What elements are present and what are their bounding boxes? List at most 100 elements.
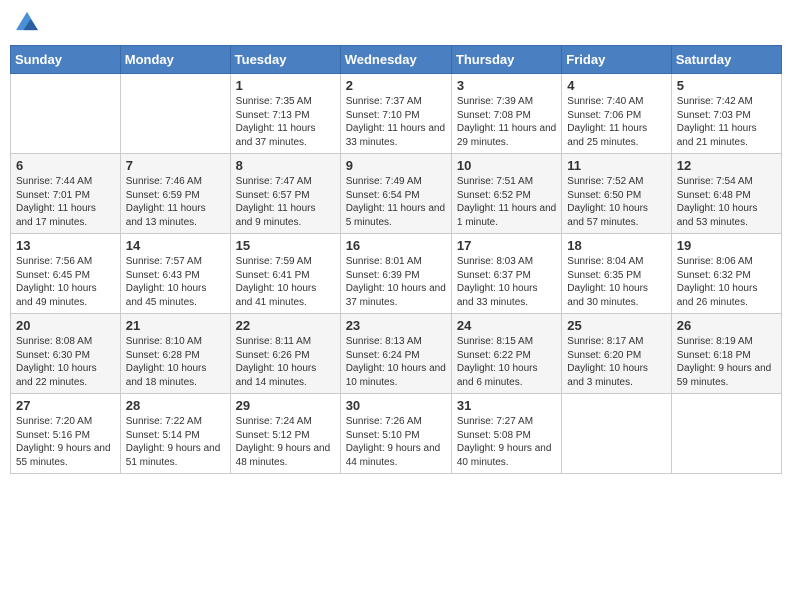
day-info: Sunrise: 7:59 AM Sunset: 6:41 PM Dayligh… <box>236 255 335 309</box>
day-info: Sunrise: 7:49 AM Sunset: 6:54 PM Dayligh… <box>346 175 446 229</box>
day-info: Sunrise: 7:20 AM Sunset: 5:16 PM Dayligh… <box>16 415 115 469</box>
day-info: Sunrise: 8:17 AM Sunset: 6:20 PM Dayligh… <box>567 335 665 389</box>
day-number: 10 <box>457 158 556 173</box>
day-number: 25 <box>567 318 665 333</box>
day-number: 24 <box>457 318 556 333</box>
day-number: 23 <box>346 318 446 333</box>
day-info: Sunrise: 8:19 AM Sunset: 6:18 PM Dayligh… <box>677 335 776 389</box>
calendar-cell: 13 Sunrise: 7:56 AM Sunset: 6:45 PM Dayli… <box>11 234 121 314</box>
calendar-cell: 12Sunrise: 7:54 AM Sunset: 6:48 PM Dayli… <box>671 154 781 234</box>
calendar-cell <box>120 74 230 154</box>
day-number: 2 <box>346 78 446 93</box>
day-number: 13 <box>16 238 115 253</box>
calendar-cell: 1Sunrise: 7:35 AM Sunset: 7:13 PM Daylig… <box>230 74 340 154</box>
day-number: 5 <box>677 78 776 93</box>
page-header <box>10 10 782 37</box>
day-number: 15 <box>236 238 335 253</box>
calendar-cell: 6 Sunrise: 7:44 AM Sunset: 7:01 PM Daylig… <box>11 154 121 234</box>
calendar-cell: 8 Sunrise: 7:47 AM Sunset: 6:57 PM Daylig… <box>230 154 340 234</box>
calendar-cell: 16 Sunrise: 8:01 AM Sunset: 6:39 PM Dayli… <box>340 234 451 314</box>
calendar-cell <box>671 394 781 474</box>
week-row-3: 13 Sunrise: 7:56 AM Sunset: 6:45 PM Dayli… <box>11 234 782 314</box>
day-info: Sunrise: 8:04 AM Sunset: 6:35 PM Dayligh… <box>567 255 665 309</box>
day-info: Sunrise: 7:42 AM Sunset: 7:03 PM Dayligh… <box>677 95 776 149</box>
day-info: Sunrise: 7:57 AM Sunset: 6:43 PM Dayligh… <box>126 255 225 309</box>
day-number: 26 <box>677 318 776 333</box>
day-info: Sunrise: 7:46 AM Sunset: 6:59 PM Dayligh… <box>126 175 225 229</box>
day-info: Sunrise: 8:11 AM Sunset: 6:26 PM Dayligh… <box>236 335 335 389</box>
day-number: 12 <box>677 158 776 173</box>
calendar-cell: 25 Sunrise: 8:17 AM Sunset: 6:20 PM Dayli… <box>562 314 671 394</box>
logo-icon <box>16 10 38 32</box>
day-number: 31 <box>457 398 556 413</box>
calendar-cell: 28Sunrise: 7:22 AM Sunset: 5:14 PM Dayli… <box>120 394 230 474</box>
day-info: Sunrise: 7:35 AM Sunset: 7:13 PM Dayligh… <box>236 95 335 149</box>
calendar-cell: 31 Sunrise: 7:27 AM Sunset: 5:08 PM Dayli… <box>451 394 561 474</box>
day-number: 6 <box>16 158 115 173</box>
calendar-cell: 22 Sunrise: 8:11 AM Sunset: 6:26 PM Dayli… <box>230 314 340 394</box>
day-info: Sunrise: 7:51 AM Sunset: 6:52 PM Dayligh… <box>457 175 556 229</box>
calendar-table: SundayMondayTuesdayWednesdayThursdayFrid… <box>10 45 782 474</box>
day-number: 11 <box>567 158 665 173</box>
day-info: Sunrise: 7:26 AM Sunset: 5:10 PM Dayligh… <box>346 415 446 469</box>
day-number: 19 <box>677 238 776 253</box>
weekday-header-monday: Monday <box>120 46 230 74</box>
calendar-cell: 7 Sunrise: 7:46 AM Sunset: 6:59 PM Daylig… <box>120 154 230 234</box>
day-number: 21 <box>126 318 225 333</box>
calendar-cell <box>562 394 671 474</box>
calendar-cell: 23Sunrise: 8:13 AM Sunset: 6:24 PM Dayli… <box>340 314 451 394</box>
day-number: 20 <box>16 318 115 333</box>
day-info: Sunrise: 7:27 AM Sunset: 5:08 PM Dayligh… <box>457 415 556 469</box>
day-info: Sunrise: 7:37 AM Sunset: 7:10 PM Dayligh… <box>346 95 446 149</box>
day-info: Sunrise: 8:15 AM Sunset: 6:22 PM Dayligh… <box>457 335 556 389</box>
calendar-cell: 20Sunrise: 8:08 AM Sunset: 6:30 PM Dayli… <box>11 314 121 394</box>
calendar-cell: 14 Sunrise: 7:57 AM Sunset: 6:43 PM Dayli… <box>120 234 230 314</box>
day-info: Sunrise: 7:24 AM Sunset: 5:12 PM Dayligh… <box>236 415 335 469</box>
day-number: 8 <box>236 158 335 173</box>
weekday-header-friday: Friday <box>562 46 671 74</box>
calendar-cell: 11 Sunrise: 7:52 AM Sunset: 6:50 PM Dayli… <box>562 154 671 234</box>
day-info: Sunrise: 7:47 AM Sunset: 6:57 PM Dayligh… <box>236 175 335 229</box>
calendar-cell: 19 Sunrise: 8:06 AM Sunset: 6:32 PM Dayli… <box>671 234 781 314</box>
calendar-cell: 10 Sunrise: 7:51 AM Sunset: 6:52 PM Dayli… <box>451 154 561 234</box>
weekday-header-sunday: Sunday <box>11 46 121 74</box>
day-number: 17 <box>457 238 556 253</box>
day-number: 3 <box>457 78 556 93</box>
weekday-header-row: SundayMondayTuesdayWednesdayThursdayFrid… <box>11 46 782 74</box>
day-number: 4 <box>567 78 665 93</box>
day-number: 9 <box>346 158 446 173</box>
day-info: Sunrise: 7:44 AM Sunset: 7:01 PM Dayligh… <box>16 175 115 229</box>
week-row-2: 6 Sunrise: 7:44 AM Sunset: 7:01 PM Daylig… <box>11 154 782 234</box>
calendar-cell: 27 Sunrise: 7:20 AM Sunset: 5:16 PM Dayli… <box>11 394 121 474</box>
weekday-header-tuesday: Tuesday <box>230 46 340 74</box>
day-number: 30 <box>346 398 446 413</box>
day-number: 16 <box>346 238 446 253</box>
day-number: 27 <box>16 398 115 413</box>
calendar-cell: 5 Sunrise: 7:42 AM Sunset: 7:03 PM Daylig… <box>671 74 781 154</box>
calendar-cell: 29 Sunrise: 7:24 AM Sunset: 5:12 PM Dayli… <box>230 394 340 474</box>
calendar-cell <box>11 74 121 154</box>
week-row-1: 1Sunrise: 7:35 AM Sunset: 7:13 PM Daylig… <box>11 74 782 154</box>
day-info: Sunrise: 7:52 AM Sunset: 6:50 PM Dayligh… <box>567 175 665 229</box>
day-number: 14 <box>126 238 225 253</box>
day-info: Sunrise: 7:39 AM Sunset: 7:08 PM Dayligh… <box>457 95 556 149</box>
day-number: 7 <box>126 158 225 173</box>
calendar-cell: 9 Sunrise: 7:49 AM Sunset: 6:54 PM Daylig… <box>340 154 451 234</box>
day-info: Sunrise: 7:40 AM Sunset: 7:06 PM Dayligh… <box>567 95 665 149</box>
week-row-5: 27 Sunrise: 7:20 AM Sunset: 5:16 PM Dayli… <box>11 394 782 474</box>
week-row-4: 20Sunrise: 8:08 AM Sunset: 6:30 PM Dayli… <box>11 314 782 394</box>
day-number: 22 <box>236 318 335 333</box>
day-info: Sunrise: 7:56 AM Sunset: 6:45 PM Dayligh… <box>16 255 115 309</box>
day-info: Sunrise: 8:10 AM Sunset: 6:28 PM Dayligh… <box>126 335 225 389</box>
calendar-cell: 17Sunrise: 8:03 AM Sunset: 6:37 PM Dayli… <box>451 234 561 314</box>
day-info: Sunrise: 8:06 AM Sunset: 6:32 PM Dayligh… <box>677 255 776 309</box>
day-number: 29 <box>236 398 335 413</box>
calendar-cell: 3 Sunrise: 7:39 AM Sunset: 7:08 PM Daylig… <box>451 74 561 154</box>
day-number: 18 <box>567 238 665 253</box>
calendar-cell: 30 Sunrise: 7:26 AM Sunset: 5:10 PM Dayli… <box>340 394 451 474</box>
calendar-cell: 2 Sunrise: 7:37 AM Sunset: 7:10 PM Daylig… <box>340 74 451 154</box>
calendar-cell: 21 Sunrise: 8:10 AM Sunset: 6:28 PM Dayli… <box>120 314 230 394</box>
day-info: Sunrise: 7:22 AM Sunset: 5:14 PM Dayligh… <box>126 415 225 469</box>
day-info: Sunrise: 8:01 AM Sunset: 6:39 PM Dayligh… <box>346 255 446 309</box>
calendar-cell: 18 Sunrise: 8:04 AM Sunset: 6:35 PM Dayli… <box>562 234 671 314</box>
